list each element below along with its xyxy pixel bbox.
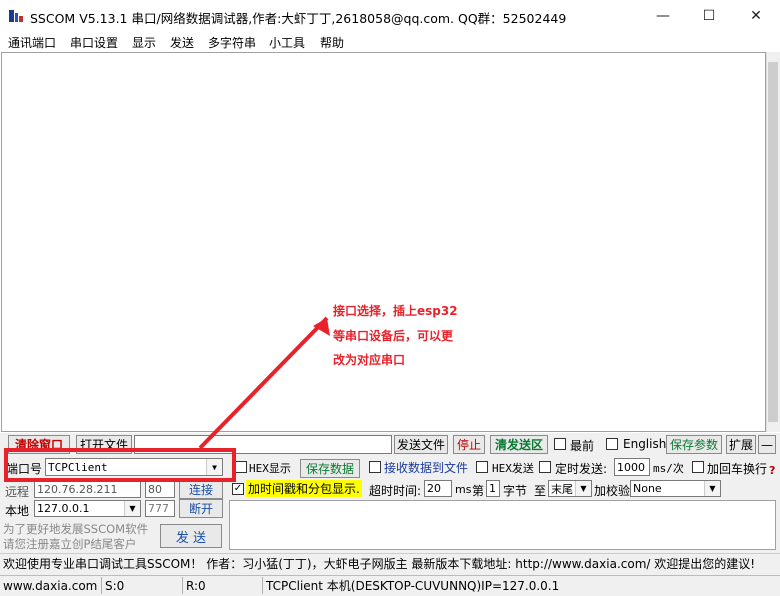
nth-label: 第 (472, 484, 485, 498)
add-crlf-checkbox[interactable] (692, 461, 704, 473)
hex-send-label: HEX发送 (492, 462, 534, 475)
local-ip-value: 127.0.0.1 (37, 502, 90, 515)
send-file-button[interactable]: 发送文件 (394, 435, 448, 454)
local-ip-select[interactable]: 127.0.0.1 ▼ (34, 500, 141, 517)
end-value: 末尾 (551, 482, 573, 496)
menu-comm-port[interactable]: 通讯端口 (8, 34, 56, 51)
hex-display-checkbox[interactable] (235, 461, 247, 473)
connect-button[interactable]: 连接 (179, 480, 223, 499)
send-text-area[interactable] (229, 500, 776, 550)
port-select[interactable]: TCPClient ▼ (45, 458, 223, 476)
remote-label: 远程 (5, 485, 30, 499)
clear-window-button[interactable]: 清除窗口 (8, 435, 70, 454)
checksum-value: None (633, 482, 662, 495)
status-connection-info: TCPClient 本机(DESKTOP-CUVUNNQ)IP=127.0.0.… (262, 577, 559, 594)
chevron-down-icon[interactable]: ▼ (575, 481, 591, 496)
remote-port-input[interactable]: 80 (145, 481, 175, 498)
promo-line-1: 为了更好地发展SSCOM软件 (3, 522, 149, 536)
close-button[interactable]: ✕ (733, 0, 779, 32)
timeout-unit-label: ms (455, 483, 472, 496)
maximize-button[interactable]: ☐ (686, 0, 732, 32)
menu-display[interactable]: 显示 (132, 34, 156, 51)
recv-to-file-checkbox[interactable] (369, 461, 381, 473)
promo-line-2: 请您注册嘉立创P结尾客户 (3, 537, 137, 551)
hex-send-checkbox[interactable] (476, 461, 488, 473)
save-data-button[interactable]: 保存数据 (300, 459, 360, 478)
chevron-down-icon[interactable]: ▼ (206, 459, 222, 475)
end-select[interactable]: 末尾 ▼ (548, 480, 592, 497)
scrollbar-thumb[interactable] (768, 62, 778, 422)
interval-unit-label: ms/次 (653, 462, 684, 475)
menu-send[interactable]: 发送 (170, 34, 194, 51)
hex-display-label: HEX显示 (249, 462, 291, 475)
open-file-button[interactable]: 打开文件 (76, 435, 132, 454)
to-label: 至 (534, 484, 547, 498)
stop-button[interactable]: 停止 (453, 435, 485, 454)
file-path-input[interactable] (134, 435, 392, 454)
timeout-label: 超时时间: (369, 484, 422, 498)
menu-tools[interactable]: 小工具 (269, 34, 305, 51)
english-label: English (623, 437, 667, 451)
clear-send-button[interactable]: 清发送区 (490, 435, 548, 454)
annotation-line-1: 接口选择，插上esp32 (333, 304, 458, 318)
timed-send-label: 定时发送: (555, 462, 608, 476)
timestamp-checkbox[interactable]: ✓ (232, 483, 244, 495)
collapse-button[interactable]: — (758, 435, 776, 454)
menu-multi-string[interactable]: 多字符串 (208, 34, 256, 51)
recv-to-file-label: 接收数据到文件 (384, 461, 469, 475)
add-crlf-label: 加回车换行 (707, 462, 768, 476)
byte-label: 字节 (503, 484, 528, 498)
annotation-line-2: 等串口设备后，可以更 (333, 329, 454, 343)
save-params-button[interactable]: 保存参数 (666, 435, 722, 454)
minimize-button[interactable]: — (640, 0, 686, 32)
chevron-down-icon[interactable]: ▼ (704, 481, 720, 496)
port-label: 端口号 (6, 462, 43, 476)
menu-serial-settings[interactable]: 串口设置 (70, 34, 118, 51)
local-label: 本地 (5, 504, 30, 518)
help-icon[interactable]: ? (769, 464, 775, 477)
disconnect-button[interactable]: 断开 (179, 499, 223, 518)
topmost-checkbox[interactable] (554, 438, 566, 450)
local-port-input[interactable]: 777 (145, 500, 175, 517)
app-icon (9, 10, 23, 22)
expand-button[interactable]: 扩展 (726, 435, 756, 454)
timed-send-checkbox[interactable] (539, 461, 551, 473)
send-button[interactable]: 发 送 (160, 524, 222, 548)
checksum-select[interactable]: None ▼ (630, 480, 721, 497)
topmost-label: 最前 (570, 439, 595, 453)
english-checkbox[interactable] (606, 438, 618, 450)
status-site[interactable]: www.daxia.com (0, 577, 97, 594)
chevron-down-icon[interactable]: ▼ (124, 501, 140, 516)
receive-area[interactable] (1, 52, 766, 432)
interval-input[interactable]: 1000 (614, 458, 650, 476)
remote-ip-input[interactable]: 120.76.28.211 (34, 481, 141, 498)
window-title: SSCOM V5.13.1 串口/网络数据调试器,作者:大虾丁丁,2618058… (30, 11, 567, 26)
checksum-label: 加校验 (594, 484, 631, 498)
timestamp-label: 加时间戳和分包显示. (246, 480, 362, 497)
annotation-line-3: 改为对应串口 (333, 353, 406, 367)
status-sent-count: S:0 (101, 577, 124, 594)
menu-help[interactable]: 帮助 (320, 34, 344, 51)
nth-input[interactable]: 1 (486, 480, 500, 497)
status-received-count: R:0 (182, 577, 206, 594)
port-value: TCPClient (48, 460, 108, 474)
news-ticker: 欢迎使用专业串口调试工具SSCOM！ 作者：习小猛(丁丁)，大虾电子网版主 最新… (0, 553, 780, 573)
timeout-input[interactable]: 20 (424, 480, 452, 497)
